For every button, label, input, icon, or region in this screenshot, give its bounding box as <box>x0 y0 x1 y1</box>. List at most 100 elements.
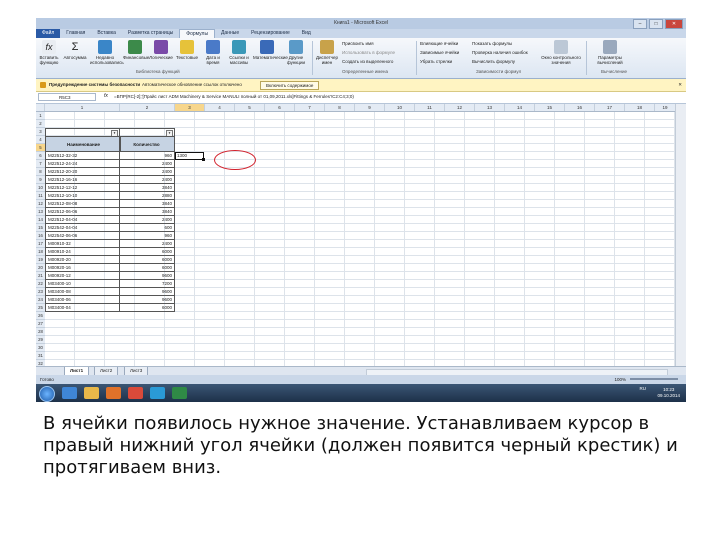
cell-name[interactable]: M03400-08 <box>45 288 120 296</box>
name-box[interactable]: R5C3 <box>38 93 96 101</box>
row-header[interactable]: 20 <box>36 264 45 272</box>
column-header[interactable]: 12 <box>445 104 475 111</box>
other-functions-button[interactable]: Другие функции <box>284 40 308 65</box>
cell-name[interactable]: M22512-24-24 <box>45 160 120 168</box>
tab-insert[interactable]: Вставка <box>91 29 122 38</box>
row-header[interactable]: 2 <box>36 120 45 128</box>
cell-qty[interactable]: 2400 <box>120 216 175 224</box>
row-header[interactable]: 23 <box>36 288 45 296</box>
cell-name[interactable]: M00910-24 <box>45 248 120 256</box>
cell-qty[interactable]: 9600 <box>120 288 175 296</box>
row-header[interactable]: 27 <box>36 320 45 328</box>
close-icon[interactable]: ✕ <box>678 79 682 91</box>
maximize-button[interactable]: □ <box>649 19 663 29</box>
datetime-button[interactable]: Дата и время <box>201 40 225 65</box>
cell-name[interactable]: M22542-04-04 <box>45 224 120 232</box>
cell-name[interactable]: M22512-20-20 <box>45 168 120 176</box>
row-header[interactable]: 9 <box>36 176 45 184</box>
autosum-button[interactable]: Σ Автосумма <box>63 40 87 60</box>
tab-formulas[interactable]: Формулы <box>179 29 216 38</box>
cell-qty[interactable]: 7200 <box>120 280 175 288</box>
lookup-button[interactable]: Ссылки и массивы <box>227 40 251 65</box>
column-header[interactable]: 14 <box>505 104 535 111</box>
cell-qty[interactable]: 960 <box>120 152 175 160</box>
recent-button[interactable]: Недавно использовались <box>90 40 124 65</box>
fill-handle[interactable] <box>202 158 205 161</box>
cell-qty[interactable]: 6000 <box>120 256 175 264</box>
cell-qty[interactable]: 9600 <box>120 296 175 304</box>
row-header[interactable]: 10 <box>36 184 45 192</box>
cell-qty[interactable]: 2400 <box>120 176 175 184</box>
error-checking-button[interactable]: Проверка наличия ошибок <box>472 50 528 55</box>
calc-options-button[interactable]: Параметры вычислений <box>592 40 628 65</box>
insert-function-button[interactable]: fx Вставить функцию <box>37 40 61 65</box>
remove-arrows-button[interactable]: Убрать стрелки <box>420 59 452 64</box>
row-header[interactable]: 12 <box>36 200 45 208</box>
column-header[interactable]: 10 <box>385 104 415 111</box>
column-header[interactable]: 8 <box>325 104 355 111</box>
cell-name[interactable]: M22512-32-32 <box>45 152 120 160</box>
firefox-icon[interactable] <box>106 387 121 399</box>
cell-qty[interactable]: 9600 <box>120 272 175 280</box>
cell-name[interactable]: M03400-04 <box>45 304 120 312</box>
header-name[interactable]: Наименование <box>45 136 120 152</box>
evaluate-formula-button[interactable]: Вычислить формулу <box>472 59 515 64</box>
cell-qty[interactable]: 3840 <box>120 200 175 208</box>
zoom-level[interactable]: 100% <box>614 375 626 384</box>
row-header[interactable]: 28 <box>36 328 45 336</box>
ie-icon[interactable] <box>62 387 77 399</box>
column-header[interactable]: 7 <box>295 104 325 111</box>
row-header[interactable]: 22 <box>36 280 45 288</box>
cell-qty[interactable]: 960 <box>120 232 175 240</box>
name-manager-button[interactable]: Диспетчер имен <box>315 40 339 65</box>
assign-name-button[interactable]: Присвоить имя <box>342 41 374 46</box>
row-header[interactable]: 4 <box>36 136 45 144</box>
row-header[interactable]: 6 <box>36 152 45 160</box>
cell-name[interactable]: M22512-12-12 <box>45 184 120 192</box>
cell-name[interactable]: M22512-10-10 <box>45 192 120 200</box>
row-header[interactable]: 19 <box>36 256 45 264</box>
column-header[interactable]: 1 <box>45 104 120 111</box>
enable-content-button[interactable]: Включить содержимое <box>260 81 320 90</box>
row-header[interactable]: 16 <box>36 232 45 240</box>
cell-name[interactable]: M03400-10 <box>45 280 120 288</box>
column-header[interactable]: 5 <box>235 104 265 111</box>
vertical-scrollbar[interactable] <box>675 104 686 366</box>
watch-window-button[interactable]: Окно контрольного значения <box>541 40 581 65</box>
cell-qty[interactable]: 6000 <box>120 248 175 256</box>
row-header[interactable]: 8 <box>36 168 45 176</box>
logical-button[interactable]: Логические <box>149 40 173 60</box>
cell-name[interactable]: M22512-04-04 <box>45 216 120 224</box>
tab-review[interactable]: Рецензирование <box>245 29 296 38</box>
row-header[interactable]: 21 <box>36 272 45 280</box>
text-button[interactable]: Текстовые <box>175 40 199 60</box>
cell-name[interactable]: M03400-06 <box>45 296 120 304</box>
cell-qty[interactable]: 6000 <box>120 264 175 272</box>
trace-precedents-button[interactable]: Влияющие ячейки <box>420 41 458 46</box>
cell-qty[interactable]: 3840 <box>120 184 175 192</box>
column-header[interactable]: 6 <box>265 104 295 111</box>
column-header[interactable]: 3 <box>175 104 205 111</box>
chrome-icon[interactable] <box>128 387 143 399</box>
cell-name[interactable]: M00920-16 <box>45 264 120 272</box>
row-header[interactable]: 11 <box>36 192 45 200</box>
column-header[interactable]: 2 <box>120 104 175 111</box>
column-header[interactable]: 16 <box>565 104 595 111</box>
row-header[interactable]: 25 <box>36 304 45 312</box>
row-header[interactable]: 29 <box>36 336 45 344</box>
skype-icon[interactable] <box>150 387 165 399</box>
tab-page-layout[interactable]: Разметка страницы <box>122 29 179 38</box>
column-header[interactable]: 9 <box>355 104 385 111</box>
cell-name[interactable]: M22512-06-06 <box>45 208 120 216</box>
row-header[interactable]: 18 <box>36 248 45 256</box>
cell-qty[interactable]: 600 <box>120 224 175 232</box>
filter-cell-b[interactable]: ▾ <box>120 128 175 136</box>
cell-qty[interactable]: 6000 <box>120 304 175 312</box>
language-indicator[interactable]: RU <box>640 386 647 392</box>
cell-name[interactable]: M22512-08-08 <box>45 200 120 208</box>
row-header[interactable]: 7 <box>36 160 45 168</box>
tab-home[interactable]: Главная <box>60 29 91 38</box>
row-header[interactable]: 26 <box>36 312 45 320</box>
show-formulas-button[interactable]: Показать формулы <box>472 41 512 46</box>
fx-icon[interactable]: fx <box>104 93 108 99</box>
